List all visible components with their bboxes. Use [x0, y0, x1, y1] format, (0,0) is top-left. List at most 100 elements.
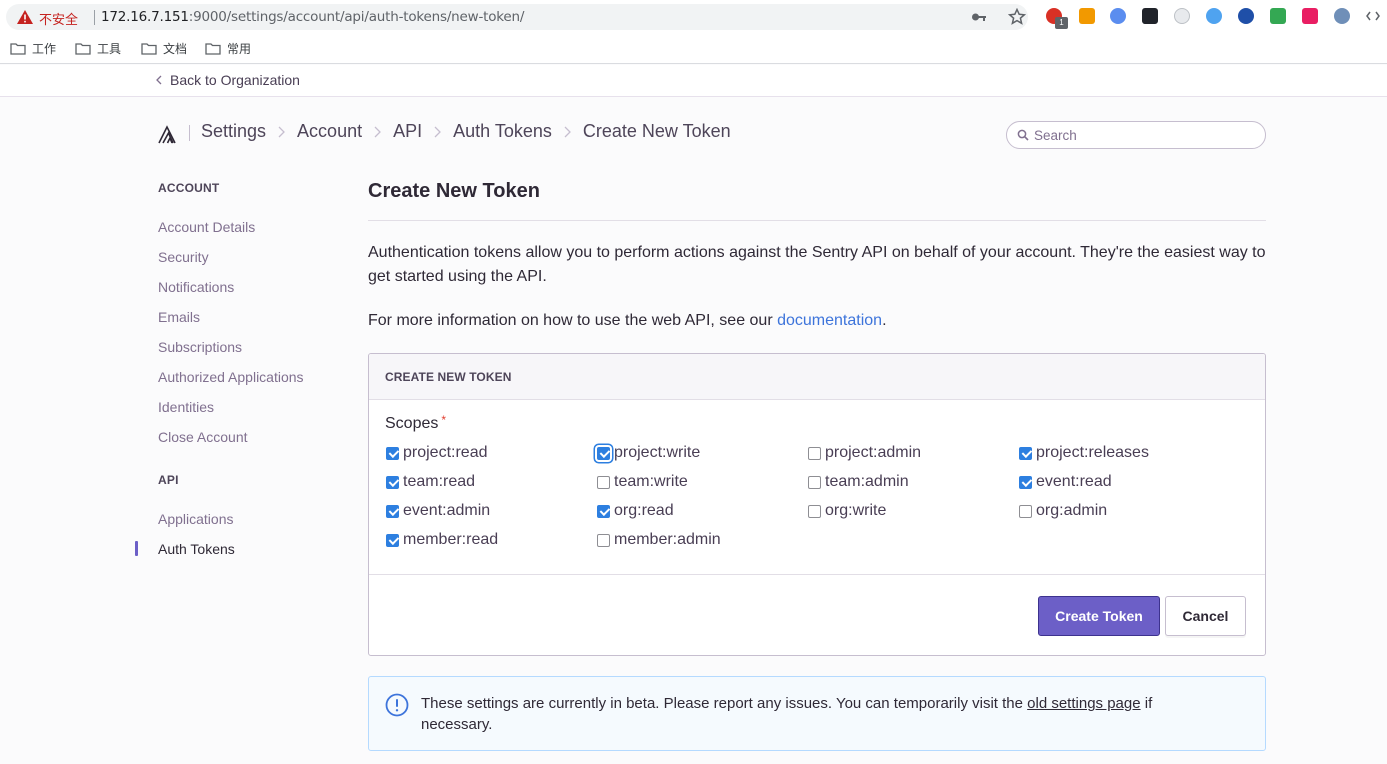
sidebar-item-account-details[interactable]: Account Details [158, 219, 255, 235]
scope-label: event:admin [403, 502, 491, 519]
back-link-label: Back to Organization [170, 72, 300, 88]
extension-clock-icon[interactable] [1174, 8, 1190, 24]
scope-checkbox-team-write[interactable]: team:write [597, 473, 688, 491]
more-info-text: For more information on how to use the w… [368, 309, 887, 333]
sidebar-item-authorized-applications[interactable]: Authorized Applications [158, 369, 304, 385]
checkbox[interactable] [808, 475, 821, 489]
scope-label: team:write [614, 473, 688, 490]
scope-label: project:write [614, 444, 701, 461]
sidebar-item-close-account[interactable]: Close Account [158, 429, 248, 445]
search-box[interactable] [1006, 121, 1266, 149]
extension-compass-icon[interactable] [1110, 8, 1126, 24]
breadcrumb-api[interactable]: API [393, 121, 422, 142]
bookmark-folder-common[interactable]: 常用 [205, 40, 251, 56]
scope-checkbox-event-admin[interactable]: event:admin [386, 502, 490, 520]
scope-checkbox-member-admin[interactable]: member:admin [597, 531, 721, 549]
checkbox[interactable] [597, 446, 610, 460]
scope-checkbox-project-read[interactable]: project:read [386, 444, 488, 462]
checkbox[interactable] [386, 475, 399, 489]
scope-label: team:admin [825, 473, 909, 490]
sidebar-item-emails[interactable]: Emails [158, 309, 200, 325]
beta-alert: These settings are currently in beta. Pl… [368, 676, 1266, 751]
extension-badge: 1 [1055, 17, 1068, 29]
scope-checkbox-org-write[interactable]: org:write [808, 502, 886, 520]
breadcrumb-auth-tokens[interactable]: Auth Tokens [453, 121, 552, 142]
documentation-link[interactable]: documentation [777, 312, 882, 329]
create-token-button[interactable]: Create Token [1038, 596, 1160, 636]
checkbox[interactable] [386, 533, 399, 547]
extension-github-icon[interactable] [1238, 8, 1254, 24]
extension-globe-icon[interactable] [1334, 8, 1350, 24]
search-icon [1017, 129, 1029, 141]
checkbox[interactable] [386, 504, 399, 518]
sidebar-item-applications[interactable]: Applications [158, 511, 234, 527]
extension-s-icon[interactable] [1270, 8, 1286, 24]
extension-pink-icon[interactable] [1302, 8, 1318, 24]
info-icon [385, 693, 409, 717]
breadcrumb-account[interactable]: Account [297, 121, 362, 142]
back-to-organization-link[interactable]: Back to Organization [156, 72, 300, 88]
bookmark-label: 文档 [163, 41, 188, 56]
scope-checkbox-project-admin[interactable]: project:admin [808, 444, 921, 462]
extension-react-icon[interactable] [1142, 8, 1158, 24]
back-bar: Back to Organization [0, 65, 1387, 97]
checkbox[interactable] [1019, 446, 1032, 460]
checkbox[interactable] [1019, 504, 1032, 518]
folder-icon [75, 42, 91, 55]
url-text[interactable]: 172.16.7.151:9000/settings/account/api/a… [101, 9, 524, 25]
bookmark-star-icon[interactable] [1008, 8, 1026, 26]
browser-toolbar: 不安全 172.16.7.151:9000/settings/account/a… [0, 0, 1387, 33]
warning-icon [17, 10, 33, 24]
chevron-right-icon [434, 126, 442, 138]
scope-checkbox-org-read[interactable]: org:read [597, 502, 674, 520]
sidebar-item-security[interactable]: Security [158, 249, 209, 265]
extension-calculator-icon[interactable] [1079, 8, 1095, 24]
scope-checkbox-project-releases[interactable]: project:releases [1019, 444, 1149, 462]
checkbox[interactable] [386, 446, 399, 460]
bookmark-folder-docs[interactable]: 文档 [141, 40, 187, 56]
sidebar-heading-account: ACCOUNT [158, 181, 220, 195]
page-title: Create New Token [368, 180, 540, 202]
scope-checkbox-team-admin[interactable]: team:admin [808, 473, 909, 491]
key-icon[interactable] [971, 10, 987, 24]
create-token-panel: CREATE NEW TOKEN Scopes * project:read pr… [368, 353, 1266, 656]
checkbox[interactable] [597, 533, 610, 547]
more-info-suffix: . [882, 312, 887, 329]
extension-feedly-icon[interactable] [1206, 8, 1222, 24]
breadcrumb-create-new-token: Create New Token [582, 121, 731, 141]
insecure-label: 不安全 [39, 13, 79, 28]
sidebar-item-notifications[interactable]: Notifications [158, 279, 234, 295]
code-icon[interactable] [1366, 10, 1380, 22]
scope-checkbox-project-write[interactable]: project:write [597, 444, 700, 462]
scope-label: project:read [403, 444, 488, 461]
sidebar-heading-api: API [158, 473, 179, 487]
intro-text: Authentication tokens allow you to perfo… [368, 244, 1266, 285]
checkbox[interactable] [597, 475, 610, 489]
breadcrumb-settings[interactable]: Settings [201, 121, 266, 142]
bookmark-label: 常用 [227, 41, 252, 56]
old-settings-link[interactable]: old settings page [1027, 695, 1140, 712]
search-input[interactable] [1034, 126, 1254, 145]
breadcrumb: Settings Account API Auth Tokens Create … [201, 121, 731, 142]
scope-checkbox-team-read[interactable]: team:read [386, 473, 475, 491]
sidebar-item-subscriptions[interactable]: Subscriptions [158, 339, 242, 355]
bookmark-folder-tools[interactable]: 工具 [75, 40, 121, 56]
url-divider [94, 10, 95, 25]
sidebar-item-auth-tokens[interactable]: Auth Tokens [158, 541, 235, 557]
scope-checkbox-event-read[interactable]: event:read [1019, 473, 1112, 491]
scope-checkbox-member-read[interactable]: member:read [386, 531, 498, 549]
bookmark-folder-work[interactable]: 工作 [10, 40, 56, 56]
scope-label: team:read [403, 473, 476, 490]
checkbox[interactable] [808, 446, 821, 460]
scope-label: org:write [825, 502, 887, 519]
address-bar[interactable]: 不安全 172.16.7.151:9000/settings/account/a… [6, 4, 1028, 30]
sidebar-item-identities[interactable]: Identities [158, 399, 214, 415]
checkbox[interactable] [597, 504, 610, 518]
checkbox[interactable] [808, 504, 821, 518]
bookmark-label: 工作 [32, 41, 57, 56]
checkbox[interactable] [1019, 475, 1032, 489]
more-info-prefix: For more information on how to use the w… [368, 312, 778, 329]
cancel-button[interactable]: Cancel [1165, 596, 1246, 636]
scope-checkbox-org-admin[interactable]: org:admin [1019, 502, 1107, 520]
sentry-logo-icon[interactable] [157, 123, 179, 145]
